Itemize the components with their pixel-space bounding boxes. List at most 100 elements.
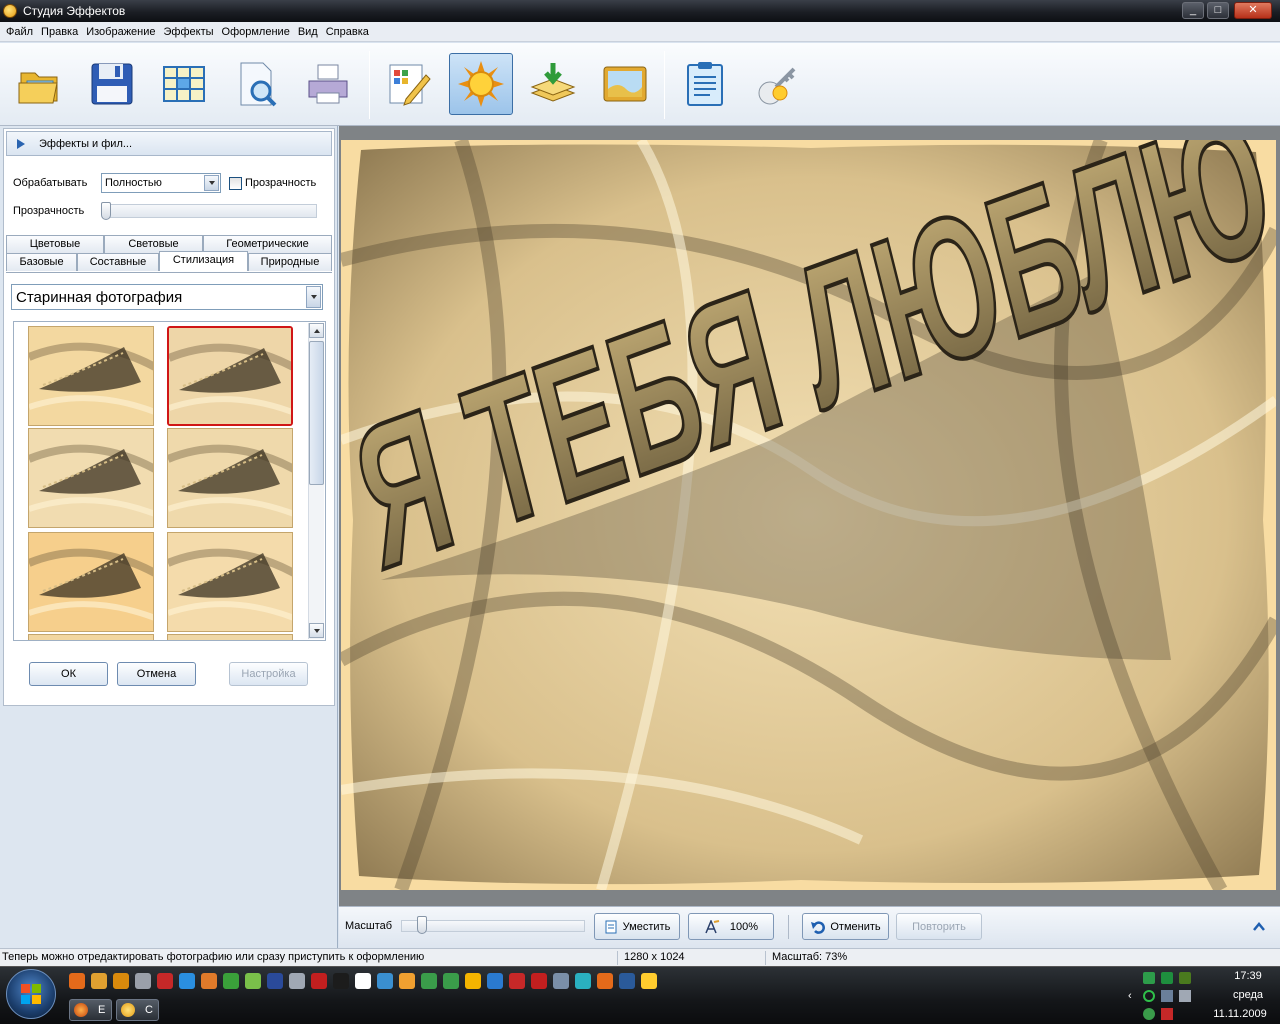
bulb-icon[interactable] — [465, 973, 481, 989]
bug-icon[interactable] — [201, 973, 217, 989]
transparency-slider-thumb[interactable] — [101, 202, 111, 220]
cd-icon[interactable] — [289, 973, 305, 989]
plugin-icon[interactable] — [245, 973, 261, 989]
terminal-icon[interactable] — [553, 973, 569, 989]
firefox-icon[interactable] — [597, 973, 613, 989]
gears-icon[interactable] — [135, 973, 151, 989]
edit-button[interactable] — [377, 53, 441, 115]
messenger-icon[interactable] — [179, 973, 195, 989]
torrent-icon[interactable] — [399, 973, 415, 989]
effects-button[interactable] — [449, 53, 513, 115]
tray-icq-icon[interactable] — [1143, 990, 1155, 1002]
studio-icon[interactable] — [641, 973, 657, 989]
tab-stylization[interactable]: Стилизация — [159, 251, 248, 271]
effect-thumbnail[interactable] — [167, 634, 293, 640]
settings-button[interactable]: Настройка — [229, 662, 308, 686]
media-icon[interactable] — [333, 973, 349, 989]
clock-day[interactable]: среда — [1216, 989, 1280, 1001]
menu-image[interactable]: Изображение — [82, 22, 159, 42]
tab-natural[interactable]: Природные — [248, 253, 332, 271]
frame-button[interactable] — [593, 53, 657, 115]
tray-app-icon[interactable] — [1143, 972, 1155, 984]
minimize-button[interactable]: _ — [1182, 2, 1204, 19]
tray-torrent-icon[interactable] — [1161, 972, 1173, 984]
menu-help[interactable]: Справка — [322, 22, 373, 42]
tray-expand-icon[interactable]: ‹ — [1128, 990, 1132, 1002]
disk-icon[interactable] — [267, 973, 283, 989]
zoom-slider[interactable] — [401, 920, 585, 932]
transparency-slider[interactable] — [103, 204, 317, 218]
menu-effects[interactable]: Эффекты — [160, 22, 218, 42]
scroll-thumb[interactable] — [309, 341, 324, 485]
layers-button[interactable] — [521, 53, 585, 115]
tools-icon[interactable] — [91, 973, 107, 989]
thumbnails-scrollbar[interactable] — [308, 323, 324, 639]
canvas-area[interactable]: Я ТЕБЯ ЛЮБЛЮ — [339, 126, 1280, 906]
chevron-down-icon[interactable] — [306, 286, 321, 308]
collapse-up-icon[interactable] — [1253, 921, 1265, 933]
photo-icon[interactable] — [443, 973, 459, 989]
open-button[interactable] — [8, 53, 72, 115]
effect-thumbnail[interactable] — [28, 634, 154, 640]
ok-button[interactable]: ОК — [29, 662, 108, 686]
winamp-icon[interactable] — [113, 973, 129, 989]
effect-select[interactable]: Старинная фотография — [11, 284, 323, 310]
task-button-studio[interactable]: C — [116, 999, 159, 1021]
effect-thumbnail[interactable] — [28, 428, 154, 528]
tab-basic[interactable]: Базовые — [6, 253, 77, 271]
o-icon[interactable] — [531, 973, 547, 989]
save-button[interactable] — [80, 53, 144, 115]
chat-icon[interactable] — [223, 973, 239, 989]
clock-time[interactable]: 17:39 — [1216, 970, 1280, 982]
at-icon[interactable] — [377, 973, 393, 989]
menu-file[interactable]: Файл — [2, 22, 37, 42]
tray-sync-icon[interactable] — [1143, 1008, 1155, 1020]
maximize-button[interactable]: □ — [1207, 2, 1229, 19]
menu-edit[interactable]: Правка — [37, 22, 82, 42]
chevron-down-icon[interactable] — [204, 175, 219, 191]
grid-button[interactable] — [152, 53, 216, 115]
tab-composite[interactable]: Составные — [77, 253, 159, 271]
effect-thumbnail[interactable] — [167, 326, 293, 426]
transparency-checkbox[interactable] — [229, 176, 242, 190]
tray-leaf-icon[interactable] — [1179, 972, 1191, 984]
record-icon[interactable] — [311, 973, 327, 989]
window-icon[interactable] — [355, 973, 371, 989]
task-button-browser[interactable]: E — [69, 999, 112, 1021]
menu-design[interactable]: Оформление — [218, 22, 294, 42]
panel-header[interactable]: Эффекты и фил... — [6, 131, 332, 156]
effect-thumbnail[interactable] — [28, 326, 154, 426]
cancel-button[interactable]: Отмена — [117, 662, 196, 686]
excel-icon[interactable] — [421, 973, 437, 989]
filezilla-icon[interactable] — [509, 973, 525, 989]
effect-thumbnail[interactable] — [167, 532, 293, 632]
scroll-up-icon[interactable] — [309, 323, 324, 338]
clock-date[interactable]: 11.11.2009 — [1200, 1008, 1280, 1020]
monitor-icon[interactable] — [619, 973, 635, 989]
effect-thumbnail[interactable] — [167, 428, 293, 528]
tray-devices-icon[interactable] — [1179, 990, 1191, 1002]
process-select[interactable]: Полностью — [101, 173, 221, 193]
globe-icon[interactable] — [575, 973, 591, 989]
effect-thumbnail[interactable] — [28, 532, 154, 632]
close-button[interactable]: ✕ — [1234, 2, 1272, 19]
tray-volume-muted-icon[interactable] — [1161, 1008, 1173, 1020]
scroll-down-icon[interactable] — [309, 623, 324, 638]
photo-preview[interactable]: Я ТЕБЯ ЛЮБЛЮ — [341, 140, 1276, 890]
zoom-100-button[interactable]: 100% — [688, 913, 774, 940]
notes-button[interactable] — [673, 53, 737, 115]
mail-icon[interactable] — [157, 973, 173, 989]
settings-button[interactable] — [745, 53, 809, 115]
preview-button[interactable] — [224, 53, 288, 115]
opera-icon[interactable] — [487, 973, 503, 989]
print-button[interactable] — [296, 53, 360, 115]
undo-button[interactable]: Отменить — [802, 913, 889, 940]
fit-button[interactable]: Уместить — [594, 913, 680, 940]
start-button[interactable] — [6, 969, 56, 1019]
menu-view[interactable]: Вид — [294, 22, 322, 42]
avast-icon[interactable] — [69, 973, 85, 989]
tray-network-icon[interactable] — [1161, 990, 1173, 1002]
redo-button[interactable]: Повторить — [896, 913, 982, 940]
zoom-slider-thumb[interactable] — [417, 916, 427, 934]
tab-color[interactable]: Цветовые — [6, 235, 104, 253]
